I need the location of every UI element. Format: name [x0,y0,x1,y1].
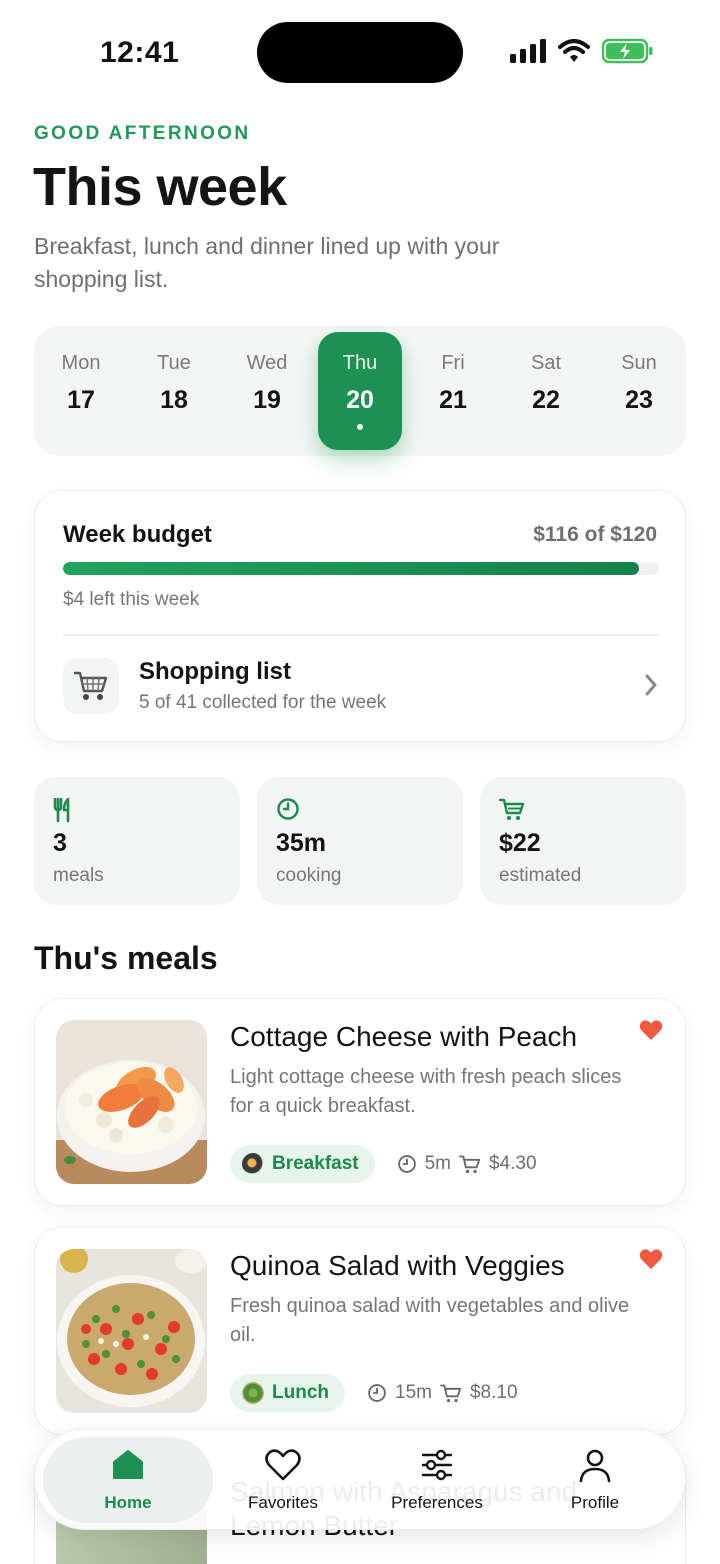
person-icon [579,1449,611,1483]
stat-cooking: 35m cooking [257,777,463,905]
budget-amount: $116 of $120 [533,523,657,546]
nav-label: Home [104,1493,152,1512]
dynamic-island [257,22,463,83]
meal-type-tag: Breakfast [230,1145,375,1183]
day-number: 21 [439,386,467,414]
meal-type-label: Breakfast [272,1153,359,1174]
meal-price: $8.10 [469,1382,518,1403]
meal-title: Quinoa Salad with Veggies [230,1250,565,1281]
day-thu-selected[interactable]: Thu 20 [318,332,402,450]
budget-progress-fill [63,562,640,575]
day-name: Sat [530,352,562,374]
stat-value: $22 [499,829,541,857]
signal-icon [510,39,546,63]
nav-label: Preferences [391,1493,483,1512]
page-subtitle: Breakfast, lunch and dinner lined up wit… [34,233,500,292]
nav-favorites[interactable]: Favorites [221,1429,345,1531]
meal-time: 5m [424,1153,452,1174]
cart-icon [499,798,525,820]
shopping-list-progress: 5 of 41 collected for the week [139,692,387,713]
day-name: Wed [246,352,288,374]
day-sun[interactable]: Sun 23 [597,326,681,456]
day-number: 22 [532,386,560,414]
budget-card: Week budget $116 of $120 $4 left this we… [34,490,686,742]
stat-label: cooking [276,865,342,886]
day-number: 19 [253,386,281,414]
meal-title: Cottage Cheese with Peach [230,1021,578,1052]
clock-icon [368,1384,386,1402]
clock-icon [397,1155,416,1173]
shopping-cart-icon [63,658,119,714]
day-mon[interactable]: Mon 17 [39,326,123,456]
meal-card[interactable]: Cottage Cheese with Peach Light cottage … [34,998,686,1206]
stat-estimated: $22 estimated [480,777,686,905]
status-bar: 12:41 [0,0,720,100]
shopping-list-row[interactable]: Shopping list 5 of 41 collected for the … [63,658,659,714]
home-icon [113,1450,143,1479]
nav-label: Profile [570,1493,620,1512]
day-tue[interactable]: Tue 18 [132,326,216,456]
meal-price: $4.30 [489,1153,537,1174]
day-name: Sun [621,352,657,374]
nav-profile[interactable]: Profile [533,1429,657,1531]
fork-knife-icon [53,797,70,823]
nav-home[interactable]: Home [35,1429,221,1531]
meal-image-cottage-cheese-peach [56,1020,207,1184]
nav-label: Favorites [248,1493,318,1512]
day-name: Fri [441,352,465,374]
budget-progress-bar [63,562,659,575]
meal-card[interactable]: Quinoa Salad with Veggies Fresh quinoa s… [34,1227,686,1435]
day-number: 20 [346,386,374,414]
shopping-list-title: Shopping list [139,658,291,685]
day-number: 18 [160,386,188,414]
page-title: This week [33,157,287,217]
stat-value: 3 [53,829,67,857]
day-fri[interactable]: Fri 21 [411,326,495,456]
meal-meta: Lunch 15m $8.10 [230,1374,518,1412]
wifi-icon [558,39,590,62]
day-number: 17 [67,386,95,414]
heart-filled-icon[interactable] [639,1248,663,1270]
meal-time: 15m [395,1382,432,1403]
meal-description: Light cottage cheese with fresh peach sl… [230,1066,622,1117]
battery-icon [602,38,653,64]
nav-preferences[interactable]: Preferences [361,1429,513,1531]
meal-description: Fresh quinoa salad with vegetables and o… [230,1295,630,1346]
lunch-icon [242,1382,264,1404]
day-selector: Mon 17 Tue 18 Wed 19 Thu 20 Fri 21 Sat 2… [34,326,686,456]
cart-icon [440,1384,462,1403]
status-time: 12:41 [100,36,180,69]
breakfast-icon [242,1153,264,1175]
heart-filled-icon[interactable] [639,1019,663,1041]
status-icons [510,38,654,64]
divider [63,634,659,636]
day-number: 23 [625,386,653,414]
budget-remaining: $4 left this week [63,589,200,610]
meal-type-tag: Lunch [230,1374,345,1412]
greeting-label: GOOD AFTERNOON [34,123,251,144]
chevron-right-icon [645,674,657,696]
cart-icon [459,1155,481,1174]
day-name: Mon [61,352,101,374]
bottom-navigation: Home Favorites Preferences Profile [34,1428,686,1530]
section-title: Thu's meals [34,940,218,976]
meal-meta: Breakfast 5m $4.30 [230,1145,537,1183]
day-wed[interactable]: Wed 19 [225,326,309,456]
day-name: Tue [157,352,191,374]
meal-image-quinoa-salad [56,1249,207,1413]
clock-icon [277,798,299,820]
day-sat[interactable]: Sat 22 [504,326,588,456]
selected-dot [357,424,363,430]
heart-outline-icon [265,1449,301,1481]
stat-value: 35m [276,829,327,857]
sliders-icon [421,1449,453,1481]
meal-type-label: Lunch [272,1382,329,1403]
budget-title: Week budget [63,521,212,548]
stat-label: estimated [499,865,582,886]
stat-meals: 3 meals [34,777,240,905]
day-name: Thu [342,352,378,374]
stat-label: meals [53,865,104,886]
